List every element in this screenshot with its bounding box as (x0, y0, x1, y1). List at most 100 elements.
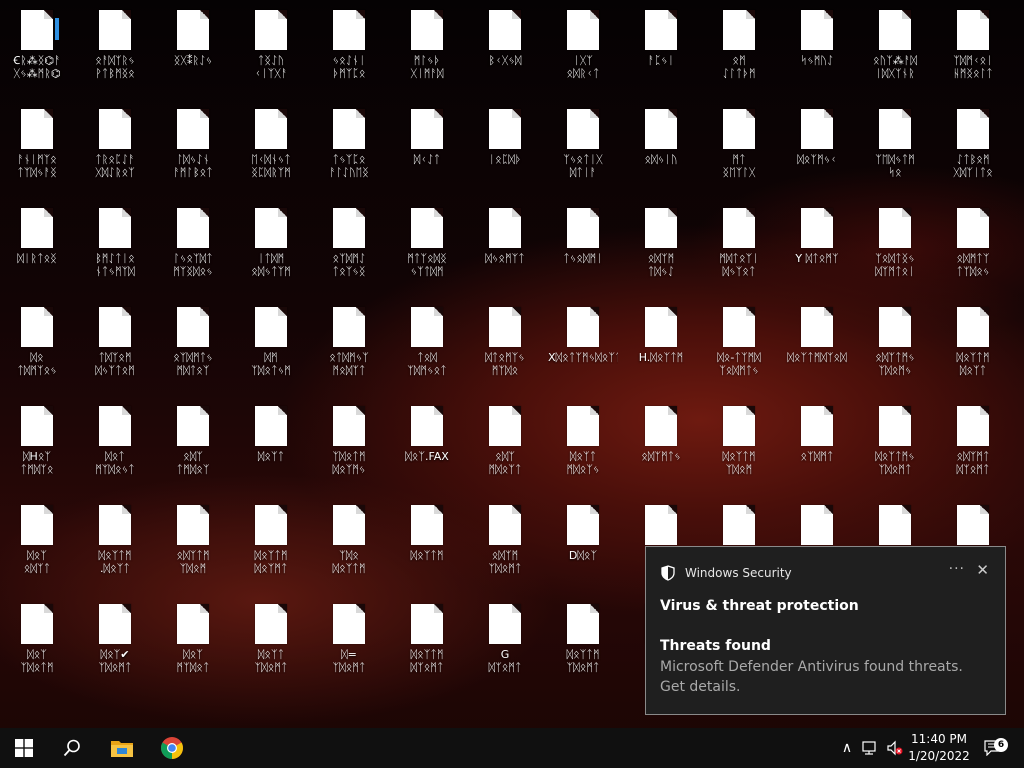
desktop-file-icon[interactable]: Ꞓᚱ⁂ᛝ⌬ᚨ ᚷᛃ⁂ᛗᚱ⌬ (0, 2, 74, 98)
desktop-file-icon[interactable]: G ᛞᛉᛟᛗᛏ (468, 596, 542, 692)
desktop-file-icon[interactable]: ᛏᛃᛟᛞᛗᛁ (546, 200, 620, 296)
file-explorer-button[interactable] (98, 728, 146, 768)
desktop-file-icon[interactable]: ᛞᛟᛉᛗᛃᚲ (780, 101, 854, 197)
blank-document-icon (801, 208, 833, 248)
desktop-file-icon[interactable]: ᛞᛏᛟᛗᛉᛃ ᛗᛉᛞᛟ (468, 299, 542, 395)
desktop-file-icon[interactable]: ᛁᛟᛈᛞᚦ (468, 101, 542, 197)
desktop-file-icon[interactable]: ᛞᛟᛉ✔ ᛉᛞᛟᛗᛏ (78, 596, 152, 692)
desktop-file-icon[interactable]: ᛟᚢᛉ⁂ᚨᛞ ᛁᛞᚷᛉᚾᚱ (858, 2, 932, 98)
network-icon[interactable] (860, 728, 882, 768)
desktop-file-icon[interactable]: ᛞHᛟᛉ ᛏᛗᛞᛉᛟ (0, 398, 74, 494)
desktop-file-icon[interactable]: ᛟᛞᛉᛏᛗ ᛉᛞᛟᛗ (156, 497, 230, 593)
desktop-file-icon[interactable]: ᛗᛚᛃᚦ ᚷᛁᛗᚨᛞ (390, 2, 464, 98)
desktop-file-icon[interactable]: ᛏᛟᛞ ᛉᛞᛗᛃᛟᛏ (390, 299, 464, 395)
desktop-file-icon[interactable]: ᛟᛞᛗᛏᛉ ᛏᛉᛞᛟᛃ (936, 200, 1010, 296)
desktop-file-icon[interactable]: ᛞᛟᛉ ᛟᛞᛉᛏ (0, 497, 74, 593)
desktop-file-icon[interactable]: ᛞᛟᛉᛏᛗ ᛞᛉᛟᛗᛏ (390, 596, 464, 692)
desktop-file-icon[interactable]: ᛞᛟᛉᛏ (234, 398, 308, 494)
show-hidden-icons-chevron-icon[interactable]: ∧ (836, 728, 858, 768)
desktop-file-icon[interactable]: Xᛞᛟᛏᛉᛗᛃᛞᛟᛉᛏᛗᛞᛃᛟᛉᛞ (546, 299, 620, 395)
volume-icon[interactable] (884, 728, 906, 768)
desktop-file-icon[interactable]: ᛇᛏᛒᛟᛗ ᚷᛞᛉᛁᛏᛟ (936, 101, 1010, 197)
blank-document-icon (333, 406, 365, 446)
blank-document-icon (177, 307, 209, 347)
blank-document-icon (879, 406, 911, 446)
desktop-file-label: ᛞᛟᛏ ᛗᛉᛞᛟᛃᛏ (78, 450, 152, 476)
desktop-file-icon[interactable]: ᛉᛞᛟ ᛞᛟᛉᛏᛗ (312, 497, 386, 593)
desktop-file-icon[interactable]: ᛞᛟᛉᛏᛗ (390, 497, 464, 593)
desktop-file-icon[interactable]: ᛟᛏᛞᛗᛃᛉ ᛗᛟᛞᛉᛏ (312, 299, 386, 395)
desktop-file-icon[interactable]: ᛖᚲᛞᚾᛃᛏ ᛝᛈᛞᚱᛉᛗ (234, 101, 308, 197)
desktop-file-icon[interactable]: ᛚᛃᛟᛉᛞᛏ ᛗᛉᛝᛞᛟᛃ (156, 200, 230, 296)
desktop-file-icon[interactable]: ᛁᚷᛉ ᛟᛞᚱᚲᛏ (546, 2, 620, 98)
desktop-file-icon[interactable]: Dᛞᛟᛉ (546, 497, 620, 593)
search-button[interactable] (48, 728, 96, 768)
desktop-file-icon[interactable]: H.ᛞᛟᛉᛏᛗ (624, 299, 698, 395)
desktop-file-icon[interactable]: ᛞᛟᛉ ᛗᛉᛞᛟᛏ (156, 596, 230, 692)
desktop-file-icon[interactable]: ᛞᛟᛉᛏᛗᛃ ᛉᛞᛟᛗᛏ (858, 398, 932, 494)
desktop-file-icon[interactable]: ᛞᛟᛏ ᛗᛉᛞᛟᛃᛏ (78, 398, 152, 494)
desktop-file-icon[interactable]: ᛟᛉᛞᛗᛏᛃ ᛗᛞᛏᛟᛉ (156, 299, 230, 395)
desktop-file-icon[interactable]: ᛟᛉᛞᛗᛏ (780, 398, 854, 494)
desktop-file-icon[interactable]: ᛒᚲᚷᛃᛞ (468, 2, 542, 98)
desktop-file-icon[interactable]: ᛞᛟᛉ ᛉᛞᛟᛏᛗ (0, 596, 74, 692)
desktop-file-icon[interactable]: ᛞᛟᛉᛏᛗ ᛞᛟᛉᛗᛏ (234, 497, 308, 593)
desktop-file-icon[interactable]: ᛟᛞᛉᛗᛏ ᛞᛉᛟᛗᛏ (936, 398, 1010, 494)
start-button[interactable] (0, 728, 48, 768)
desktop-file-icon[interactable]: ᚨᚾᛁᛗᛉᛟ ᛏᛉᛞᛃᚨᛝ (0, 101, 74, 197)
desktop-file-icon[interactable]: ᛟᛞᛉᛗ ᛏᛞᛃᛇ (624, 200, 698, 296)
desktop-file-icon[interactable]: ᛉᛞᛟᛏᛗ ᛞᛟᛉᛗᛃ (312, 398, 386, 494)
desktop-file-icon[interactable]: ᛟᛗ ᛇᛚᛏᚦᛗ (702, 2, 776, 98)
desktop-file-icon[interactable]: ᛟᛞᛉ ᛗᛞᛟᛉᛏ (468, 398, 542, 494)
desktop-file-icon[interactable]: Y ᛞᛏᛟᛗᛉ (780, 200, 854, 296)
desktop-file-icon[interactable]: ᛞᛟ-ᛏᛉᛗᛞ ᛉᛟᛞᛗᛏᛃ (702, 299, 776, 395)
desktop-file-icon[interactable]: ᛞ= ᛉᛞᛟᛗᛏ (312, 596, 386, 692)
desktop-file-icon[interactable]: ᛟᛞᛃᛁᚢ (624, 101, 698, 197)
desktop-file-icon[interactable]: ᛟᛞᛉᛗ ᛉᛞᛟᛗᛏ (468, 497, 542, 593)
notification-more-icon[interactable]: ··· (949, 561, 965, 577)
desktop-file-icon[interactable]: ᛒᛗᛇᛏᛁᛟ ᚾᛏᛃᛗᛉᛞ (78, 200, 152, 296)
notification-close-icon[interactable]: ✕ (976, 561, 989, 579)
desktop-file-icon[interactable]: ᛞᛟᛉᛏᛗ ᛉᛞᛟᛗ (702, 398, 776, 494)
desktop-file-icon[interactable]: ᛞᛟᛉᛏ ᛗᛞᛟᛉᛃ (546, 398, 620, 494)
desktop-file-icon[interactable]: ᛞᛁᚱᛏᛟᛝ (0, 200, 74, 296)
desktop-file-icon[interactable]: ᛋᛃᛗᚢᛇ (780, 2, 854, 98)
desktop-file-icon[interactable]: ᛞᚲᛇᛏ (390, 101, 464, 197)
desktop-file-icon[interactable]: ᛟᛞᛉ ᛏᛗᛞᛟᛉ (156, 398, 230, 494)
desktop-file-icon[interactable]: ᛉᛟᛞᛏᛝᛃ ᛞᛉᛗᛏᛟᛁ (858, 200, 932, 296)
desktop-file-icon[interactable]: ᛞᛟᛉᛏᛗ .ᛞᛟᛉᛏ (78, 497, 152, 593)
desktop-file-icon[interactable]: ᛟᚨᛞᛉᚱᛃ ᚹᛏᛒᛗᛝᛟ (78, 2, 152, 98)
desktop-file-icon[interactable]: ᛗᛏᛉᛟᛞᛝ ᛃᛉᛏᛞᛗ (390, 200, 464, 296)
desktop-file-icon[interactable]: ᛞᛟᛉᛏᛗ ᛉᛞᛟᛗᛏ (546, 596, 620, 692)
desktop-file-icon[interactable]: ᛃᛟᛇᚾᛁ ᚦᛗᛉᛈᛟ (312, 2, 386, 98)
desktop-file-icon[interactable]: ᛉᛖᛞᛃᛏᛗ ᛋᛟ (858, 101, 932, 197)
desktop-file-icon[interactable]: ᛏᚱᛟᛈᛇᚨ ᚷᛞᛇᚱᛟᛉ (78, 101, 152, 197)
desktop-file-icon[interactable]: ᛉᛞᛗᚲᛟᛁ ᚺᛗᛝᛟᛚᛏ (936, 2, 1010, 98)
action-center-button[interactable]: 6 (980, 728, 1008, 768)
desktop-file-icon[interactable]: ᛟᛞᛉᛗᛏᛃ (624, 398, 698, 494)
system-clock[interactable]: 11:40 PM 1/20/2022 (904, 731, 974, 765)
desktop-file-icon[interactable]: ᛏᛞᛉᛟᛗ ᛞᛃᛉᛏᛟᛗ (78, 299, 152, 395)
desktop-file-icon[interactable]: ᛞᛗ ᛉᛞᛟᛏᛃᛗ (234, 299, 308, 395)
desktop-file-icon[interactable]: ᛞᛟᛉᛏᛗᛞᛉᛟᛞ (780, 299, 854, 395)
desktop-file-icon[interactable]: ᚨᛈᛃᛁ (624, 2, 698, 98)
desktop-file-icon[interactable]: ᛗᛞᛏᛟᛉᛁ ᛞᛃᛉᛟᛏ (702, 200, 776, 296)
desktop-file-icon[interactable]: ᛚᛞᛃᛇᚾ ᚨᛗᛚᛒᛟᛏ (156, 101, 230, 197)
desktop-file-icon[interactable]: ᛟᛞᛉᛏᛗᛃ ᛉᛞᛟᛗᛃ (858, 299, 932, 395)
desktop-file-icon[interactable]: ᛉᛃᛟᛏᛁᚷ ᛞᛏᛁᚨ (546, 101, 620, 197)
chrome-button[interactable] (148, 728, 196, 768)
desktop-file-icon[interactable]: ᛏᛝᛇᚢ ᚲᛁᛉᚷᚨ (234, 2, 308, 98)
desktop-file-icon[interactable]: ᛞᛟᛉᛏ ᛉᛞᛟᛗᛏ (234, 596, 308, 692)
desktop-file-icon[interactable]: ᛞᛟᛉᛏᛗ ᛞᛟᛉᛏ (936, 299, 1010, 395)
desktop-file-icon[interactable]: ᛞᛟᛉ.FAX (390, 398, 464, 494)
desktop-file-icon[interactable]: ᛗᛏ ᛝᛖᛉᛚᚷ (702, 101, 776, 197)
desktop-file-icon[interactable]: ᛁᛏᛞᛗ ᛟᛞᛃᛏᛉᛗ (234, 200, 308, 296)
blank-document-icon (333, 604, 365, 644)
security-notification[interactable]: Windows Security ··· ✕ Virus & threat pr… (645, 546, 1006, 715)
desktop-file-icon[interactable]: ᛏᛃᛉᛈᛟ ᚨᛚᛇᚢᛖᛝ (312, 101, 386, 197)
desktop-file-icon[interactable]: ᛝᚷ⁑ᚱᛇᛃ (156, 2, 230, 98)
desktop-file-icon[interactable]: ᛟᛉᛞᛗᛇ ᛏᛟᛉᛃᛝ (312, 200, 386, 296)
desktop-file-icon[interactable]: ᛞᛃᛟᛗᛉᛏ (468, 200, 542, 296)
desktop-file-icon[interactable]: ᛞᛟ ᛏᛞᛗᛉᛟᛃ (0, 299, 74, 395)
desktop-file-label: ᛟᛞᛉᛗᛏ ᛞᛉᛟᛗᛏ (936, 450, 1010, 476)
